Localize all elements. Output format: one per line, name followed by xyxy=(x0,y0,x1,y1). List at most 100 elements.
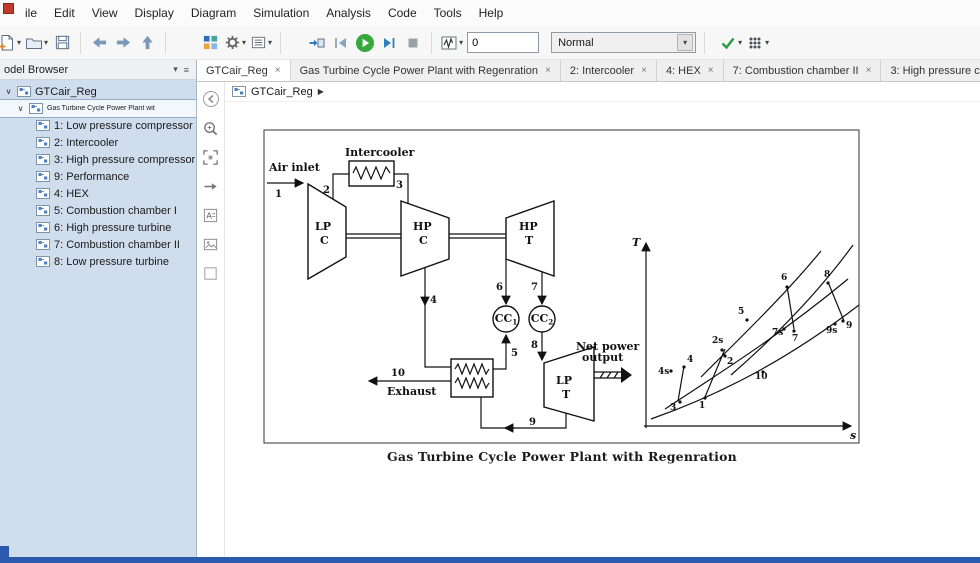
config-list-icon xyxy=(251,36,266,49)
menu-item-code[interactable]: Code xyxy=(388,6,417,20)
simulation-time-input[interactable] xyxy=(467,32,540,53)
check-icon xyxy=(721,37,735,49)
tree-item[interactable]: 7: Combustion chamber II xyxy=(0,236,196,253)
tree-item[interactable]: 8: Low pressure turbine xyxy=(0,253,196,270)
svg-text:Exhaust: Exhaust xyxy=(387,385,437,398)
image-button[interactable] xyxy=(202,236,219,256)
svg-text:CC2: CC2 xyxy=(531,312,554,327)
up-button[interactable] xyxy=(137,31,157,55)
subsystem-icon xyxy=(36,188,50,199)
open-button[interactable]: ▾ xyxy=(25,31,48,55)
close-icon[interactable]: × xyxy=(708,65,714,76)
subsystem-icon xyxy=(36,222,50,233)
build-button[interactable]: ▾ xyxy=(746,31,769,55)
tab-gtcair-reg[interactable]: GTCair_Reg × xyxy=(197,60,291,81)
panel-menu-button[interactable]: ≡ xyxy=(181,65,192,75)
model-browser-header: odel Browser ▾ ≡ xyxy=(0,60,196,80)
tree-item[interactable]: 2: Intercooler xyxy=(0,134,196,151)
svg-text:C: C xyxy=(320,234,329,247)
tree-item[interactable]: 3: High pressure compressor xyxy=(0,151,196,168)
breadcrumb[interactable]: GTCair_Reg ▶ xyxy=(225,82,980,102)
subsystem-icon xyxy=(36,239,50,250)
tree-item[interactable]: 4: HEX xyxy=(0,185,196,202)
configuration-button[interactable]: ▾ xyxy=(250,31,272,55)
forward-button[interactable] xyxy=(113,31,133,55)
menu-item-diagram[interactable]: Diagram xyxy=(191,6,236,20)
data-inspector-button[interactable]: ▾ xyxy=(440,31,463,55)
model-canvas[interactable]: GTCair_Reg ▶ Air inlet Intercooler LP C … xyxy=(225,82,980,557)
close-icon[interactable]: × xyxy=(275,65,281,76)
tab-hp-compressor[interactable]: 3: High pressure compressor × xyxy=(881,60,980,81)
panel-caret-button[interactable]: ▾ xyxy=(170,64,181,75)
menu-item-edit[interactable]: Edit xyxy=(54,6,75,20)
app-icon xyxy=(3,2,14,14)
svg-text:6: 6 xyxy=(496,282,503,293)
tree-item-label: 5: Combustion chamber I xyxy=(54,204,177,217)
tree-item[interactable]: 5: Combustion chamber I xyxy=(0,202,196,219)
up-arrow-icon xyxy=(141,35,153,50)
fit-to-view-button[interactable] xyxy=(202,149,219,169)
schematic xyxy=(267,160,632,433)
goto-block-button[interactable] xyxy=(307,31,327,55)
step-back-button[interactable] xyxy=(331,31,351,55)
svg-text:T: T xyxy=(632,236,641,249)
tree-item-root[interactable]: ∨ GTCair_Reg xyxy=(0,83,196,100)
plant-figure-annotation[interactable]: Air inlet Intercooler LP C HP C HP T LP … xyxy=(263,129,861,464)
back-button[interactable] xyxy=(89,31,109,55)
tree-item[interactable]: 9: Performance xyxy=(0,168,196,185)
menu-item-simulation[interactable]: Simulation xyxy=(253,6,309,20)
close-icon[interactable]: × xyxy=(545,65,551,76)
chevron-down-icon[interactable]: ∨ xyxy=(4,87,13,96)
tree-item[interactable]: 6: High pressure turbine xyxy=(0,219,196,236)
chevron-down-icon[interactable]: ∨ xyxy=(16,104,25,113)
subsystem-icon xyxy=(36,154,50,165)
library-browser-button[interactable] xyxy=(200,31,220,55)
menu-item-tools[interactable]: Tools xyxy=(434,6,462,20)
step-forward-button[interactable] xyxy=(379,31,399,55)
model-browser-title: odel Browser xyxy=(4,63,69,76)
menu-item-file[interactable]: ile xyxy=(25,6,37,20)
new-model-button[interactable]: ▾ xyxy=(0,31,21,55)
svg-text:CC1: CC1 xyxy=(495,312,518,327)
tab-combustion-2[interactable]: 7: Combustion chamber II × xyxy=(723,60,882,81)
shape-rect-icon xyxy=(204,267,217,280)
close-icon[interactable]: × xyxy=(866,65,872,76)
taskbar-strip xyxy=(0,557,980,563)
annotation-button[interactable]: A xyxy=(202,207,219,227)
caret-down-icon: ▾ xyxy=(765,37,770,47)
svg-text:HP: HP xyxy=(413,220,432,233)
save-button[interactable] xyxy=(52,31,72,55)
svg-text:HP: HP xyxy=(519,220,538,233)
simulation-mode-select[interactable]: Normal ▾ xyxy=(551,32,697,53)
breadcrumb-arrow-icon[interactable]: ▶ xyxy=(318,87,324,96)
zoom-button[interactable] xyxy=(202,120,219,140)
svg-text:8: 8 xyxy=(531,340,538,351)
svg-text:LP: LP xyxy=(315,220,331,233)
tree-item-subsystem[interactable]: ∨ Gas Turbine Cycle Power Plant wit xyxy=(0,99,196,118)
run-button[interactable] xyxy=(355,31,375,55)
svg-text:9: 9 xyxy=(529,417,536,428)
tab-intercooler[interactable]: 2: Intercooler × xyxy=(560,60,657,81)
plant-figure: Air inlet Intercooler LP C HP C HP T LP … xyxy=(263,129,860,444)
tree-item-label: 4: HEX xyxy=(54,187,89,200)
caret-down-icon: ▾ xyxy=(459,37,464,47)
svg-text:7: 7 xyxy=(792,334,798,344)
auto-arrange-button[interactable] xyxy=(202,178,219,198)
menu-item-display[interactable]: Display xyxy=(135,6,174,20)
svg-text:2s: 2s xyxy=(712,336,723,346)
svg-text:T: T xyxy=(562,388,571,401)
update-diagram-button[interactable]: ▾ xyxy=(719,31,742,55)
tree-item[interactable]: 1: Low pressure compressor xyxy=(0,117,196,134)
toolbar: ▾ ▾ ▾ ▾ ▾ 0 Normal ▾ ▾ ▾ xyxy=(0,26,980,60)
tab-hex[interactable]: 4: HEX × xyxy=(656,60,724,81)
menu-item-view[interactable]: View xyxy=(92,6,118,20)
menu-item-analysis[interactable]: Analysis xyxy=(326,6,371,20)
navigate-back-button[interactable] xyxy=(202,90,220,111)
close-icon[interactable]: × xyxy=(641,65,647,76)
tab-plant[interactable]: Gas Turbine Cycle Power Plant with Regen… xyxy=(290,60,561,81)
menu-bar: ile Edit View Display Diagram Simulation… xyxy=(0,0,980,26)
stop-button[interactable] xyxy=(403,31,423,55)
shape-button[interactable] xyxy=(202,265,219,285)
menu-item-help[interactable]: Help xyxy=(479,6,504,20)
model-settings-button[interactable]: ▾ xyxy=(224,31,246,55)
